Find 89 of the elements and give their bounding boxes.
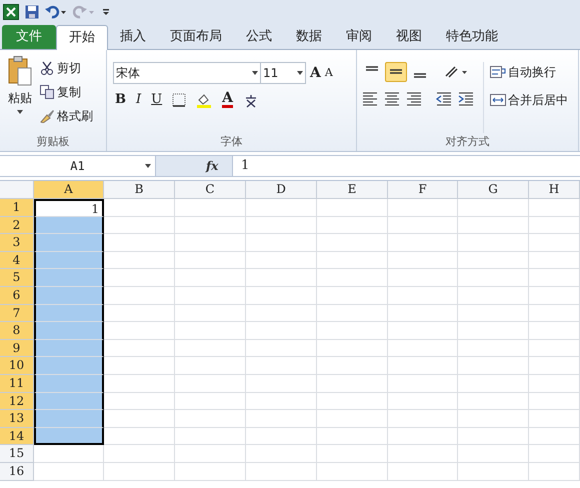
cell[interactable] <box>34 357 104 375</box>
copy-button[interactable]: 复制 <box>40 82 93 102</box>
ribbon-tab[interactable]: 特色功能 <box>434 25 510 49</box>
cell[interactable] <box>34 410 104 428</box>
caret-icon[interactable] <box>17 110 23 114</box>
row-header[interactable]: 11 <box>0 374 34 393</box>
row-header[interactable]: 5 <box>0 269 34 287</box>
cell[interactable]: 1 <box>34 199 104 217</box>
caret-icon[interactable] <box>145 164 151 168</box>
underline-button[interactable]: U <box>151 90 162 110</box>
name-box[interactable]: A1 <box>0 156 156 176</box>
cell[interactable] <box>34 216 104 234</box>
row-header[interactable]: 9 <box>0 340 34 358</box>
row-header[interactable]: 13 <box>0 410 34 428</box>
italic-button[interactable]: I <box>136 90 142 110</box>
ribbon-tab[interactable]: 公式 <box>234 25 284 49</box>
row-header[interactable]: 16 <box>0 462 34 480</box>
column-header[interactable]: F <box>388 181 458 199</box>
clipboard-icon[interactable] <box>8 56 32 86</box>
align-left-icon[interactable] <box>361 90 379 108</box>
merge-cells-icon[interactable] <box>490 93 506 107</box>
column-header[interactable]: A <box>34 181 104 199</box>
row-header[interactable]: 4 <box>0 252 34 270</box>
row-header[interactable]: 7 <box>0 304 34 322</box>
align-center-icon[interactable] <box>383 90 401 108</box>
shrink-font-button[interactable]: A <box>324 64 333 82</box>
ribbon-tab[interactable]: 文件 <box>2 25 56 49</box>
excel-logo-icon[interactable] <box>3 4 19 20</box>
column-header[interactable]: G <box>458 181 529 199</box>
ribbon-tab[interactable]: 数据 <box>284 25 334 49</box>
formula-input[interactable]: 1 <box>232 156 580 176</box>
paste-button[interactable]: 粘贴 <box>0 50 40 133</box>
undo-icon[interactable] <box>45 5 67 19</box>
cell[interactable] <box>34 252 104 270</box>
font-color-button[interactable]: A <box>222 91 233 108</box>
font-name-field[interactable]: 宋体 <box>113 62 261 84</box>
save-icon[interactable] <box>25 5 39 19</box>
fill-color-icon[interactable] <box>196 92 212 108</box>
cell[interactable] <box>34 392 104 410</box>
row-header[interactable]: 8 <box>0 322 34 340</box>
merge-center-button[interactable]: 合并后居中 <box>490 90 568 110</box>
column-header[interactable]: D <box>246 181 317 199</box>
column-header[interactable]: H <box>529 181 580 199</box>
row-header[interactable]: 6 <box>0 286 34 305</box>
cell[interactable] <box>34 428 104 446</box>
row-header[interactable]: 15 <box>0 445 34 463</box>
row-header[interactable]: 12 <box>0 392 34 410</box>
cell[interactable] <box>34 374 104 393</box>
cell[interactable] <box>34 234 104 252</box>
row-header[interactable]: 1 <box>0 199 34 217</box>
caret-icon[interactable] <box>297 71 303 75</box>
scissors-icon[interactable] <box>40 61 54 75</box>
group-label: 剪贴板 <box>36 134 70 150</box>
column-header[interactable]: B <box>104 181 175 199</box>
cell[interactable] <box>34 286 104 305</box>
redo-icon[interactable] <box>73 5 95 19</box>
row-header[interactable]: 3 <box>0 234 34 252</box>
ribbon-tab[interactable]: 审阅 <box>334 25 384 49</box>
row-header[interactable]: 10 <box>0 357 34 375</box>
caret-icon[interactable] <box>252 71 258 75</box>
border-icon[interactable] <box>172 92 186 107</box>
insert-function-button[interactable]: fx <box>206 157 232 175</box>
row-header[interactable]: 2 <box>0 216 34 234</box>
decrease-indent-icon[interactable] <box>435 90 453 108</box>
ribbon-tab[interactable]: 页面布局 <box>158 25 234 49</box>
cell[interactable] <box>34 304 104 322</box>
font-size-field[interactable]: 11 <box>260 62 306 84</box>
brush-icon[interactable] <box>40 109 54 123</box>
row-header[interactable]: 14 <box>0 428 34 446</box>
ribbon-tab[interactable]: 插入 <box>108 25 158 49</box>
ribbon-tab[interactable]: 开始 <box>56 25 108 50</box>
column-header[interactable]: C <box>175 181 246 199</box>
increase-indent-icon[interactable] <box>457 90 475 108</box>
format-painter-button[interactable]: 格式刷 <box>40 106 93 126</box>
wrap-text-icon[interactable] <box>490 65 506 79</box>
align-right-icon[interactable] <box>405 90 423 108</box>
cut-button[interactable]: 剪切 <box>40 58 93 78</box>
ribbon-tab[interactable]: 视图 <box>384 25 434 49</box>
group-label: 字体 <box>220 134 242 150</box>
group-label: 对齐方式 <box>446 134 490 150</box>
wrap-text-button[interactable]: 自动换行 <box>490 62 568 82</box>
cell[interactable] <box>34 269 104 287</box>
orientation-icon[interactable] <box>443 64 469 80</box>
bold-button[interactable]: B <box>115 90 126 110</box>
cell[interactable] <box>34 340 104 358</box>
copy-icon[interactable] <box>40 85 54 99</box>
column-header[interactable]: E <box>317 181 388 199</box>
cell[interactable] <box>34 322 104 340</box>
grow-font-button[interactable]: A <box>310 62 321 84</box>
